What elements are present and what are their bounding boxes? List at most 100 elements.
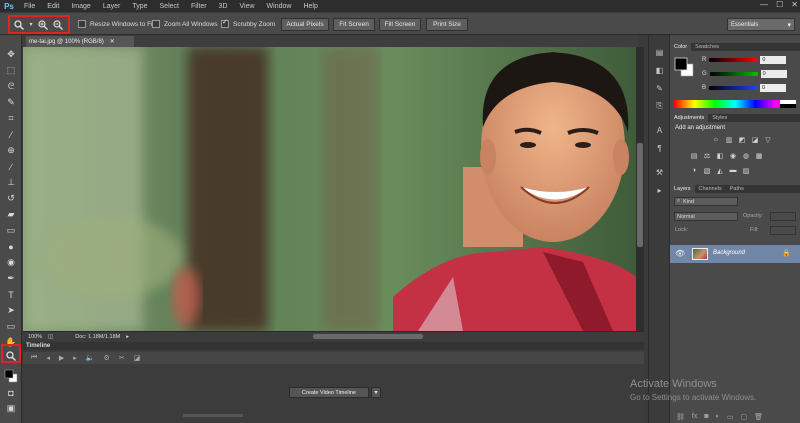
tab-channels[interactable]: Channels <box>695 185 726 193</box>
play-icon[interactable]: ▶ <box>59 354 64 362</box>
layer-name[interactable]: Background <box>713 250 745 256</box>
selective-color-icon[interactable]: ▨ <box>742 167 750 175</box>
dodge-tool-icon[interactable]: ◉ <box>3 257 19 268</box>
channel-mixer-icon[interactable]: ◍ <box>742 152 750 160</box>
menu-image[interactable]: Image <box>65 3 96 10</box>
new-layer-icon[interactable]: ▢ <box>740 413 747 421</box>
color-spectrum-bar[interactable] <box>674 100 796 108</box>
delete-layer-icon[interactable]: 🗑 <box>754 413 763 421</box>
actual-pixels-button[interactable]: Actual Pixels <box>281 18 329 31</box>
gradient-map-icon[interactable]: ▬ <box>729 167 737 174</box>
resize-windows-option[interactable]: Resize Windows to Fit <box>78 20 154 28</box>
menu-filter[interactable]: Filter <box>185 3 213 10</box>
document-canvas[interactable] <box>23 47 636 331</box>
clone-source-panel-icon[interactable]: ⎘ <box>653 101 666 111</box>
foreground-background-colors-icon[interactable] <box>3 369 19 383</box>
print-size-button[interactable]: Print Size <box>426 18 468 31</box>
tab-adjustments[interactable]: Adjustments <box>670 114 709 122</box>
workspace-select[interactable]: Essentials <box>727 18 795 31</box>
close-button[interactable]: ✕ <box>791 0 798 9</box>
first-frame-icon[interactable]: ⏮ <box>31 354 37 362</box>
layer-filter-select[interactable]: ⌕ Kind <box>674 197 738 206</box>
split-icon[interactable]: ✂ <box>119 354 125 362</box>
maximize-button[interactable]: ☐ <box>776 0 783 9</box>
menu-edit[interactable]: Edit <box>41 3 65 10</box>
blue-value[interactable]: 0 <box>760 84 787 92</box>
blend-mode-select[interactable]: Normal <box>674 212 738 221</box>
paragraph-panel-icon[interactable]: ¶ <box>653 143 666 153</box>
threshold-icon[interactable]: ◭ <box>716 167 724 175</box>
crop-tool-icon[interactable]: ⌗ <box>3 113 19 124</box>
history-panel-icon[interactable]: ▤ <box>653 47 666 57</box>
red-value[interactable]: 0 <box>760 56 787 64</box>
scrubby-zoom-option[interactable]: Scrubby Zoom <box>221 20 275 28</box>
menu-select[interactable]: Select <box>154 3 185 10</box>
zoom-all-windows-checkbox[interactable] <box>152 20 160 28</box>
pen-tool-icon[interactable]: ✒ <box>3 273 19 284</box>
actions-panel-icon[interactable]: ▸ <box>653 185 666 195</box>
invert-icon[interactable]: ◑ <box>690 167 698 174</box>
blue-slider[interactable] <box>709 86 758 90</box>
opacity-field[interactable] <box>770 212 796 221</box>
color-lookup-icon[interactable]: ▦ <box>755 152 763 160</box>
tab-swatches[interactable]: Swatches <box>691 43 723 51</box>
menu-view[interactable]: View <box>234 3 261 10</box>
eyedropper-tool-icon[interactable]: ⁄ <box>3 129 19 140</box>
curves-icon[interactable]: ◩ <box>738 136 746 144</box>
zoom-in-icon[interactable] <box>37 19 49 31</box>
next-frame-icon[interactable]: ▸ <box>73 354 77 362</box>
blur-tool-icon[interactable]: ● <box>3 241 19 252</box>
minimize-button[interactable]: — <box>760 0 768 9</box>
history-brush-tool-icon[interactable]: ↺ <box>3 193 19 204</box>
menu-3d[interactable]: 3D <box>213 3 234 10</box>
create-video-timeline-dropdown[interactable]: ▾ <box>371 387 381 398</box>
hue-saturation-icon[interactable]: ▤ <box>690 152 698 160</box>
transition-icon[interactable]: ◪ <box>134 354 141 362</box>
status-arrow-icon[interactable]: ▸ <box>126 334 129 340</box>
visibility-eye-icon[interactable]: 👁 <box>675 249 685 258</box>
audio-icon[interactable]: 🔈 <box>86 354 95 362</box>
type-tool-icon[interactable]: T <box>3 289 19 300</box>
settings-gear-icon[interactable]: ⚙ <box>103 354 109 362</box>
menu-type[interactable]: Type <box>126 3 153 10</box>
fill-screen-button[interactable]: Fill Screen <box>379 18 421 31</box>
path-selection-tool-icon[interactable]: ➤ <box>3 305 19 316</box>
create-video-timeline-button[interactable]: Create Video Timeline <box>289 387 369 398</box>
link-layers-icon[interactable]: ⛓ <box>676 413 685 421</box>
menu-file[interactable]: File <box>18 3 41 10</box>
horizontal-scroll-thumb[interactable] <box>313 334 423 339</box>
marquee-tool-icon[interactable]: ⬚ <box>3 65 19 76</box>
eraser-tool-icon[interactable]: ▰ <box>3 209 19 220</box>
green-value[interactable]: 0 <box>760 70 787 78</box>
menu-help[interactable]: Help <box>297 3 323 10</box>
black-white-swatch[interactable] <box>780 100 796 108</box>
tab-layers[interactable]: Layers <box>670 185 695 193</box>
quick-select-tool-icon[interactable]: ✎ <box>3 97 19 108</box>
layer-row-background[interactable]: 👁 Background 🔒 <box>670 245 800 263</box>
healing-brush-tool-icon[interactable]: ⊕ <box>3 145 19 156</box>
black-white-icon[interactable]: ◧ <box>716 152 724 160</box>
gradient-tool-icon[interactable]: ▭ <box>3 225 19 236</box>
tool-presets-panel-icon[interactable]: ⚒ <box>653 167 666 177</box>
timeline-zoom-slider[interactable] <box>183 414 243 417</box>
fill-field[interactable] <box>770 226 796 235</box>
photo-filter-icon[interactable]: ◉ <box>729 152 737 160</box>
red-slider[interactable] <box>709 58 758 62</box>
green-slider[interactable] <box>709 72 758 76</box>
zoom-tool-preset-icon[interactable] <box>13 19 25 31</box>
brush-panel-icon[interactable]: ✎ <box>653 83 666 93</box>
scrubby-zoom-checkbox[interactable] <box>221 20 229 28</box>
exposure-icon[interactable]: ◪ <box>751 136 759 144</box>
shape-tool-icon[interactable]: ▭ <box>3 321 19 332</box>
levels-icon[interactable]: ▥ <box>725 136 733 144</box>
brush-tool-icon[interactable]: ∕ <box>3 161 19 172</box>
previous-frame-icon[interactable]: ◂ <box>46 354 50 362</box>
vibrance-icon[interactable]: ▽ <box>764 136 772 144</box>
posterize-icon[interactable]: ▧ <box>703 167 711 175</box>
menu-layer[interactable]: Layer <box>97 3 127 10</box>
lasso-tool-icon[interactable]: ᘓ <box>3 81 19 92</box>
zoom-level[interactable]: 100% <box>28 334 42 340</box>
tab-color[interactable]: Color <box>670 43 692 51</box>
brightness-contrast-icon[interactable]: ☼ <box>712 136 720 143</box>
character-panel-icon[interactable]: A <box>653 125 666 135</box>
